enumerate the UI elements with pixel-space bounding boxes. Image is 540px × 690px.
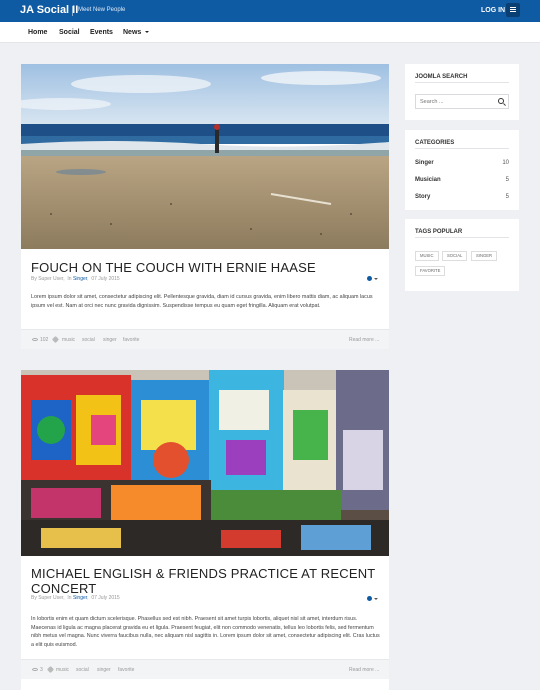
article-tag[interactable]: singer — [103, 337, 117, 343]
article-meta: By Super User, In Singer, 07 July 2015 — [31, 595, 120, 601]
article-excerpt: In lobortis enim et quam dictum sceleris… — [31, 616, 380, 648]
widget-title: TAGS POPULAR — [415, 229, 463, 235]
widget-divider — [415, 148, 509, 149]
article-tag[interactable]: social — [82, 337, 95, 343]
article-image-graffiti[interactable] — [21, 370, 389, 556]
tag-favorite[interactable]: FAVORITE — [415, 266, 446, 276]
article-excerpt: Lorem ipsum dolor sit amet, consectetur … — [31, 294, 373, 309]
article-tag[interactable]: music — [62, 337, 75, 343]
article-footer: 3 music social singer favorite Read more… — [21, 659, 389, 679]
category-name: Musician — [415, 177, 441, 183]
hamburger-icon — [510, 7, 516, 8]
site-tagline: Meet New People — [78, 7, 126, 13]
article-category[interactable]: Singer — [73, 595, 87, 601]
brand-divider — [72, 6, 73, 16]
article-author[interactable]: By Super User — [31, 595, 63, 601]
article-card: MICHAEL ENGLISH & FRIENDS PRACTICE AT RE… — [21, 370, 389, 690]
tags-widget: TAGS POPULAR MUSIC SOCIAL SINGER FAVORIT… — [405, 219, 519, 291]
site-logo[interactable]: JA Social II — [20, 4, 78, 16]
nav-events[interactable]: Events — [90, 29, 113, 36]
main-nav: Home Social Events News — [0, 22, 540, 43]
article-title[interactable]: MICHAEL ENGLISH & FRIENDS PRACTICE AT RE… — [31, 566, 381, 596]
category-item-musician[interactable]: Musician 5 — [415, 177, 509, 183]
category-item-story[interactable]: Story 5 — [415, 194, 509, 200]
article-tag[interactable]: singer — [97, 667, 111, 673]
article-views: 3 — [40, 667, 43, 673]
category-item-singer[interactable]: Singer 10 — [415, 160, 509, 166]
nav-home[interactable]: Home — [28, 29, 47, 36]
gear-icon — [367, 596, 372, 601]
chevron-down-icon — [145, 31, 150, 34]
widget-title: JOOMLA SEARCH — [415, 74, 468, 80]
top-bar: JA Social II Meet New People LOG IN — [0, 0, 540, 22]
read-more-link[interactable]: Read more ... — [349, 337, 379, 343]
article-tag[interactable]: favorite — [118, 667, 134, 673]
beach-photo — [21, 64, 389, 249]
search-input[interactable] — [420, 97, 490, 107]
category-count: 10 — [502, 160, 509, 166]
read-more-link[interactable]: Read more ... — [349, 667, 379, 673]
caret-down-icon — [374, 598, 378, 600]
categories-widget: CATEGORIES Singer 10 Musician 5 Story 5 — [405, 130, 519, 210]
caret-down-icon — [374, 278, 378, 280]
category-name: Singer — [415, 160, 434, 166]
article-in-label: In — [67, 276, 72, 282]
nav-news[interactable]: News — [123, 29, 150, 36]
widget-divider — [415, 82, 509, 83]
nav-social[interactable]: Social — [59, 29, 80, 36]
article-card: FOUCH ON THE COUCH WITH ERNIE HAASE By S… — [21, 64, 389, 349]
article-tag[interactable]: music — [56, 667, 69, 673]
article-image-beach[interactable] — [21, 64, 389, 249]
article-category[interactable]: Singer — [73, 276, 87, 282]
search-widget: JOOMLA SEARCH — [405, 64, 519, 120]
article-meta: By Super User, In Singer, 07 July 2015 — [31, 276, 120, 282]
article-footer: 102 music social singer favorite Read mo… — [21, 329, 389, 349]
graffiti-photo — [21, 370, 389, 556]
login-link[interactable]: LOG IN — [481, 7, 505, 14]
article-tools-button[interactable] — [367, 276, 381, 282]
widget-title: CATEGORIES — [415, 140, 455, 146]
article-author[interactable]: By Super User — [31, 276, 63, 282]
tag-social[interactable]: SOCIAL — [442, 251, 468, 261]
category-count: 5 — [505, 194, 509, 200]
tag-music[interactable]: MUSIC — [415, 251, 439, 261]
tag-icon — [51, 335, 60, 344]
article-views: 102 — [40, 337, 49, 343]
article-tag[interactable]: social — [76, 667, 89, 673]
search-field[interactable] — [415, 94, 509, 109]
gear-icon — [367, 276, 372, 281]
tag-singer[interactable]: SINGER — [471, 251, 498, 261]
article-title[interactable]: FOUCH ON THE COUCH WITH ERNIE HAASE — [31, 260, 381, 275]
widget-divider — [415, 237, 509, 238]
eye-icon — [32, 668, 38, 671]
eye-icon — [32, 338, 38, 341]
menu-button[interactable] — [506, 3, 520, 17]
article-date: 07 July 2015 — [91, 276, 120, 282]
category-count: 5 — [505, 177, 509, 183]
article-date: 07 July 2015 — [91, 595, 120, 601]
article-tag[interactable]: favorite — [123, 337, 139, 343]
nav-news-label: News — [123, 29, 142, 36]
category-name: Story — [415, 194, 431, 200]
tag-icon — [46, 665, 55, 674]
article-in-label: In — [67, 595, 72, 601]
article-tools-button[interactable] — [367, 596, 381, 602]
